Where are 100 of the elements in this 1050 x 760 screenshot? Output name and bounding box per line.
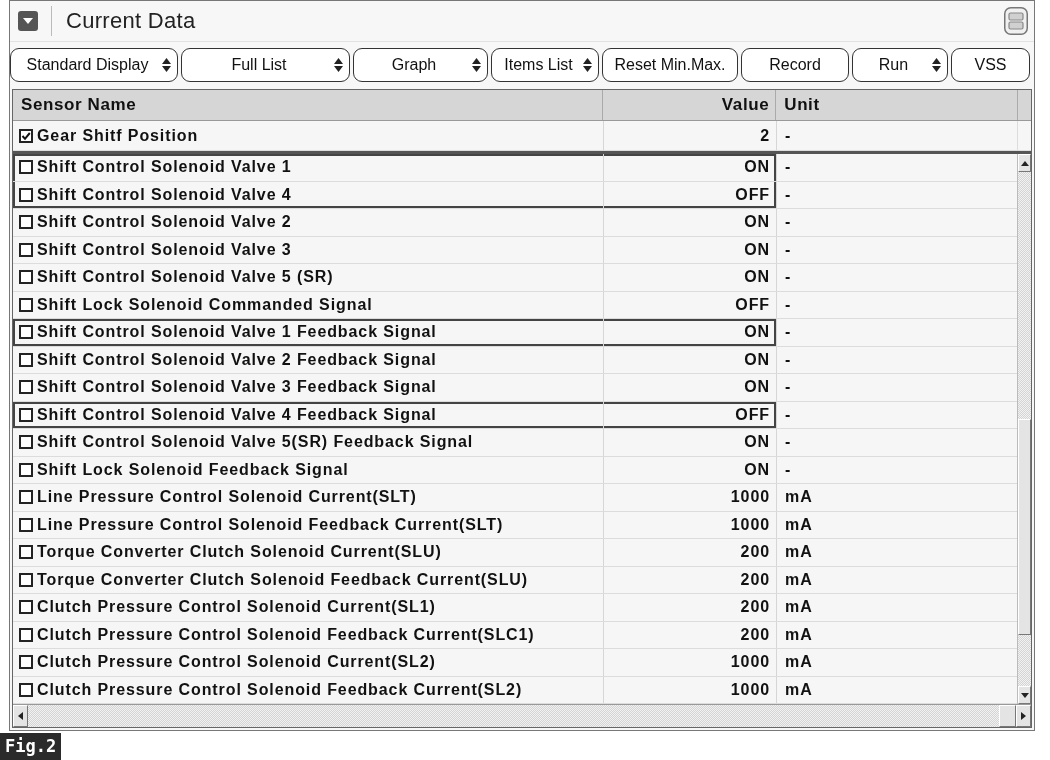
unit-cell: - (776, 121, 1018, 150)
vertical-scrollbar[interactable] (1017, 154, 1031, 704)
table-row[interactable]: Line Pressure Control Solenoid Feedback Current(SLT) 1000 mA (13, 511, 1017, 539)
checkbox[interactable] (19, 517, 33, 532)
checkbox[interactable] (19, 600, 33, 615)
sensor-name: Shift Lock Solenoid Feedback Signal (37, 460, 349, 479)
sensor-name: Clutch Pressure Control Solenoid Feedback Current(SLC1) (37, 625, 535, 644)
collapse-icon[interactable] (18, 11, 38, 31)
sensor-name: Shift Control Solenoid Valve 5 (SR) (37, 268, 334, 287)
table-row[interactable]: Shift Control Solenoid Valve 4 OFF - (13, 181, 1017, 209)
checkbox[interactable] (19, 655, 33, 670)
value-cell: ON (603, 264, 776, 291)
dropdown-button[interactable]: Items List (491, 48, 599, 82)
table-row[interactable]: Shift Control Solenoid Valve 3 Feedback Signal ON - (13, 374, 1017, 402)
sensor-name: Line Pressure Control Solenoid Feedback Current(SLT) (37, 515, 504, 534)
checkbox[interactable] (19, 270, 33, 285)
table-row[interactable]: Torque Converter Clutch Solenoid Current(SLU) 200 mA (13, 539, 1017, 567)
value-cell: 2 (603, 121, 776, 150)
horizontal-scrollbar[interactable] (13, 704, 1031, 727)
value-cell: OFF (603, 401, 776, 428)
scrollbar-thumb[interactable] (1018, 418, 1031, 635)
table-row[interactable]: Shift Control Solenoid Valve 1 Feedback Signal ON - (13, 319, 1017, 347)
up-down-arrows-icon (932, 58, 941, 72)
value-cell: ON (603, 319, 776, 346)
menu-icon[interactable] (1004, 7, 1028, 35)
right-arrow-icon (1021, 712, 1026, 720)
value-cell: 1000 (603, 484, 776, 511)
checkbox[interactable] (19, 380, 33, 395)
sensor-name: Torque Converter Clutch Solenoid Feedback Current(SLU) (37, 570, 528, 589)
value-cell: 1000 (603, 511, 776, 538)
sensor-name: Clutch Pressure Control Solenoid Feedback Current(SL2) (37, 680, 523, 699)
table-row[interactable]: Shift Control Solenoid Valve 2 ON - (13, 209, 1017, 237)
checkbox[interactable] (19, 187, 33, 202)
dropdown-button[interactable]: Standard Display (10, 48, 178, 82)
value-cell: ON (603, 429, 776, 456)
table-row[interactable]: Shift Control Solenoid Valve 5(SR) Feedback Signal ON - (13, 429, 1017, 457)
value-cell: ON (603, 209, 776, 236)
checkbox[interactable] (19, 545, 33, 560)
checkbox[interactable] (19, 490, 33, 505)
scroll-up-button[interactable] (1018, 154, 1031, 172)
column-header: Unit (775, 90, 1017, 120)
scroll-left-button[interactable] (13, 705, 28, 727)
dropdown-button[interactable]: Graph (353, 48, 488, 82)
scrollbar-thumb[interactable] (999, 705, 1016, 727)
table-row[interactable]: Shift Control Solenoid Valve 2 Feedback Signal ON - (13, 346, 1017, 374)
left-arrow-icon (18, 712, 23, 720)
scroll-right-button[interactable] (1016, 705, 1031, 727)
table-row[interactable]: Line Pressure Control Solenoid Current(SLT) 1000 mA (13, 484, 1017, 512)
up-down-arrows-icon (162, 58, 171, 72)
up-down-arrows-icon (334, 58, 343, 72)
scroll-down-button[interactable] (1018, 686, 1031, 704)
sensor-name: Clutch Pressure Control Solenoid Current(SL1) (37, 598, 436, 617)
value-cell: OFF (603, 181, 776, 208)
table-row[interactable]: Shift Control Solenoid Valve 1 ON - (13, 154, 1017, 182)
sensor-name: Shift Lock Solenoid Commanded Signal (37, 295, 373, 314)
value-cell: OFF (603, 291, 776, 318)
table-row[interactable]: Clutch Pressure Control Solenoid Current(SL2) 1000 mA (13, 649, 1017, 677)
value-cell: ON (603, 154, 776, 181)
toolbar-button[interactable]: Record (741, 48, 849, 82)
sensor-name: Shift Control Solenoid Valve 2 Feedback Signal (37, 350, 437, 369)
checkbox[interactable] (19, 435, 33, 450)
sensor-name: Shift Control Solenoid Valve 1 (37, 158, 292, 177)
column-header: Sensor Name (20, 94, 138, 116)
sensor-name: Shift Control Solenoid Valve 3 Feedback Signal (37, 378, 437, 397)
checkbox[interactable] (19, 682, 33, 697)
value-cell: 200 (603, 539, 776, 566)
checkbox[interactable] (19, 572, 33, 587)
table-row[interactable]: Shift Lock Solenoid Feedback Signal ON - (13, 456, 1017, 484)
column-header: Value (602, 90, 776, 120)
table-row[interactable]: Torque Converter Clutch Solenoid Feedback Current(SLU) 200 mA (13, 566, 1017, 594)
checkbox[interactable] (19, 160, 33, 175)
toolbar-button[interactable]: VSS (951, 48, 1030, 82)
checkbox[interactable] (19, 242, 33, 257)
checkbox[interactable] (19, 352, 33, 367)
checkbox[interactable] (19, 297, 33, 312)
figure-label: Fig.2 (0, 733, 62, 760)
checkbox[interactable] (19, 325, 33, 340)
dropdown-button[interactable]: Run (852, 48, 948, 82)
value-cell: ON (603, 236, 776, 263)
sensor-name: Shift Control Solenoid Valve 4 Feedback Signal (37, 405, 437, 424)
checkbox[interactable] (19, 215, 33, 230)
checkbox[interactable] (19, 128, 33, 143)
dropdown-button[interactable]: Full List (181, 48, 350, 82)
sensor-name: Shift Control Solenoid Valve 5(SR) Feedback Signal (37, 433, 474, 452)
up-down-arrows-icon (583, 58, 592, 72)
table-row[interactable]: Clutch Pressure Control Solenoid Feedback Current(SL2) 1000 mA (13, 676, 1017, 704)
checkbox[interactable] (19, 407, 33, 422)
table-row[interactable]: Shift Control Solenoid Valve 5 (SR) ON - (13, 264, 1017, 292)
table-row[interactable]: Clutch Pressure Control Solenoid Current(SL1) 200 mA (13, 594, 1017, 622)
table-row[interactable]: Shift Control Solenoid Valve 3 ON - (13, 236, 1017, 264)
checkbox[interactable] (19, 462, 33, 477)
up-down-arrows-icon (472, 58, 481, 72)
table-row[interactable]: Shift Lock Solenoid Commanded Signal OFF - (13, 291, 1017, 319)
value-cell: ON (603, 346, 776, 373)
table-row[interactable]: Clutch Pressure Control Solenoid Feedback Current(SLC1) 200 mA (13, 621, 1017, 649)
value-cell: ON (603, 456, 776, 483)
toolbar-button[interactable]: Reset Min.Max. (602, 48, 738, 82)
checkbox[interactable] (19, 627, 33, 642)
table-row[interactable]: Shift Control Solenoid Valve 4 Feedback Signal OFF - (13, 401, 1017, 429)
value-cell: 200 (603, 621, 776, 648)
